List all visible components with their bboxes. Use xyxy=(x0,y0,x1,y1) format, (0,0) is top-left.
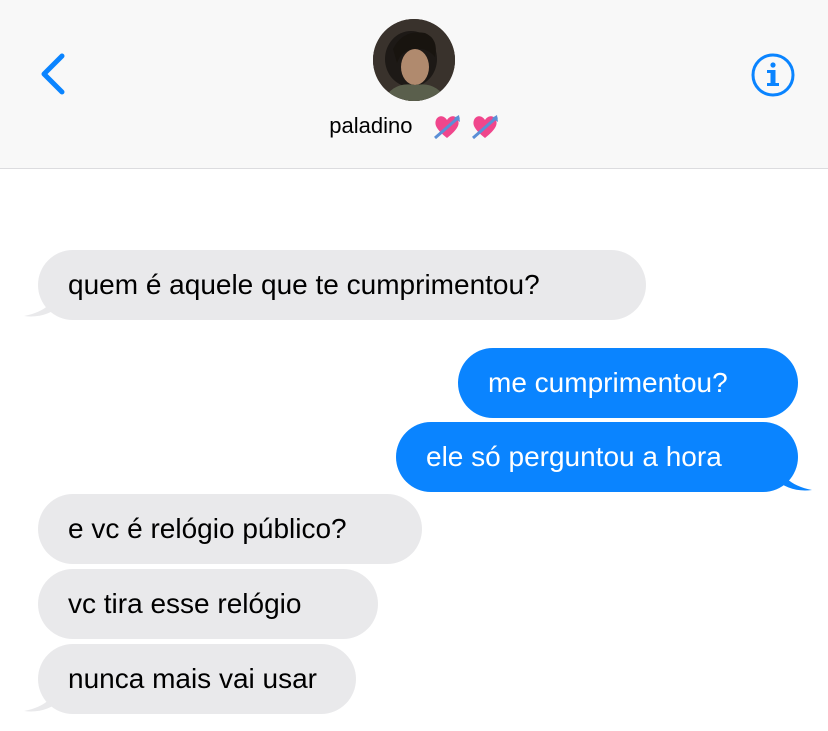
message-received[interactable]: vc tira esse relógio xyxy=(38,569,378,639)
message-sent[interactable]: me cumprimentou? xyxy=(458,348,798,418)
message-list[interactable]: quem é aquele que te cumprimentou? me cu… xyxy=(0,169,828,731)
message-received[interactable]: e vc é relógio público? xyxy=(38,494,422,564)
chevron-left-icon[interactable] xyxy=(30,50,74,98)
message-received[interactable]: quem é aquele que te cumprimentou? xyxy=(38,250,646,320)
message-sent[interactable]: ele só perguntou a hora xyxy=(396,422,798,492)
contact-name-row[interactable]: paladino xyxy=(0,112,828,146)
contact-name: paladino xyxy=(329,113,413,139)
info-circle-icon[interactable] xyxy=(749,52,797,98)
conversation-header: paladino xyxy=(0,0,828,169)
message-received[interactable]: nunca mais vai usar xyxy=(38,644,356,714)
avatar[interactable] xyxy=(373,19,455,101)
heart-with-arrow-icon xyxy=(429,113,499,140)
